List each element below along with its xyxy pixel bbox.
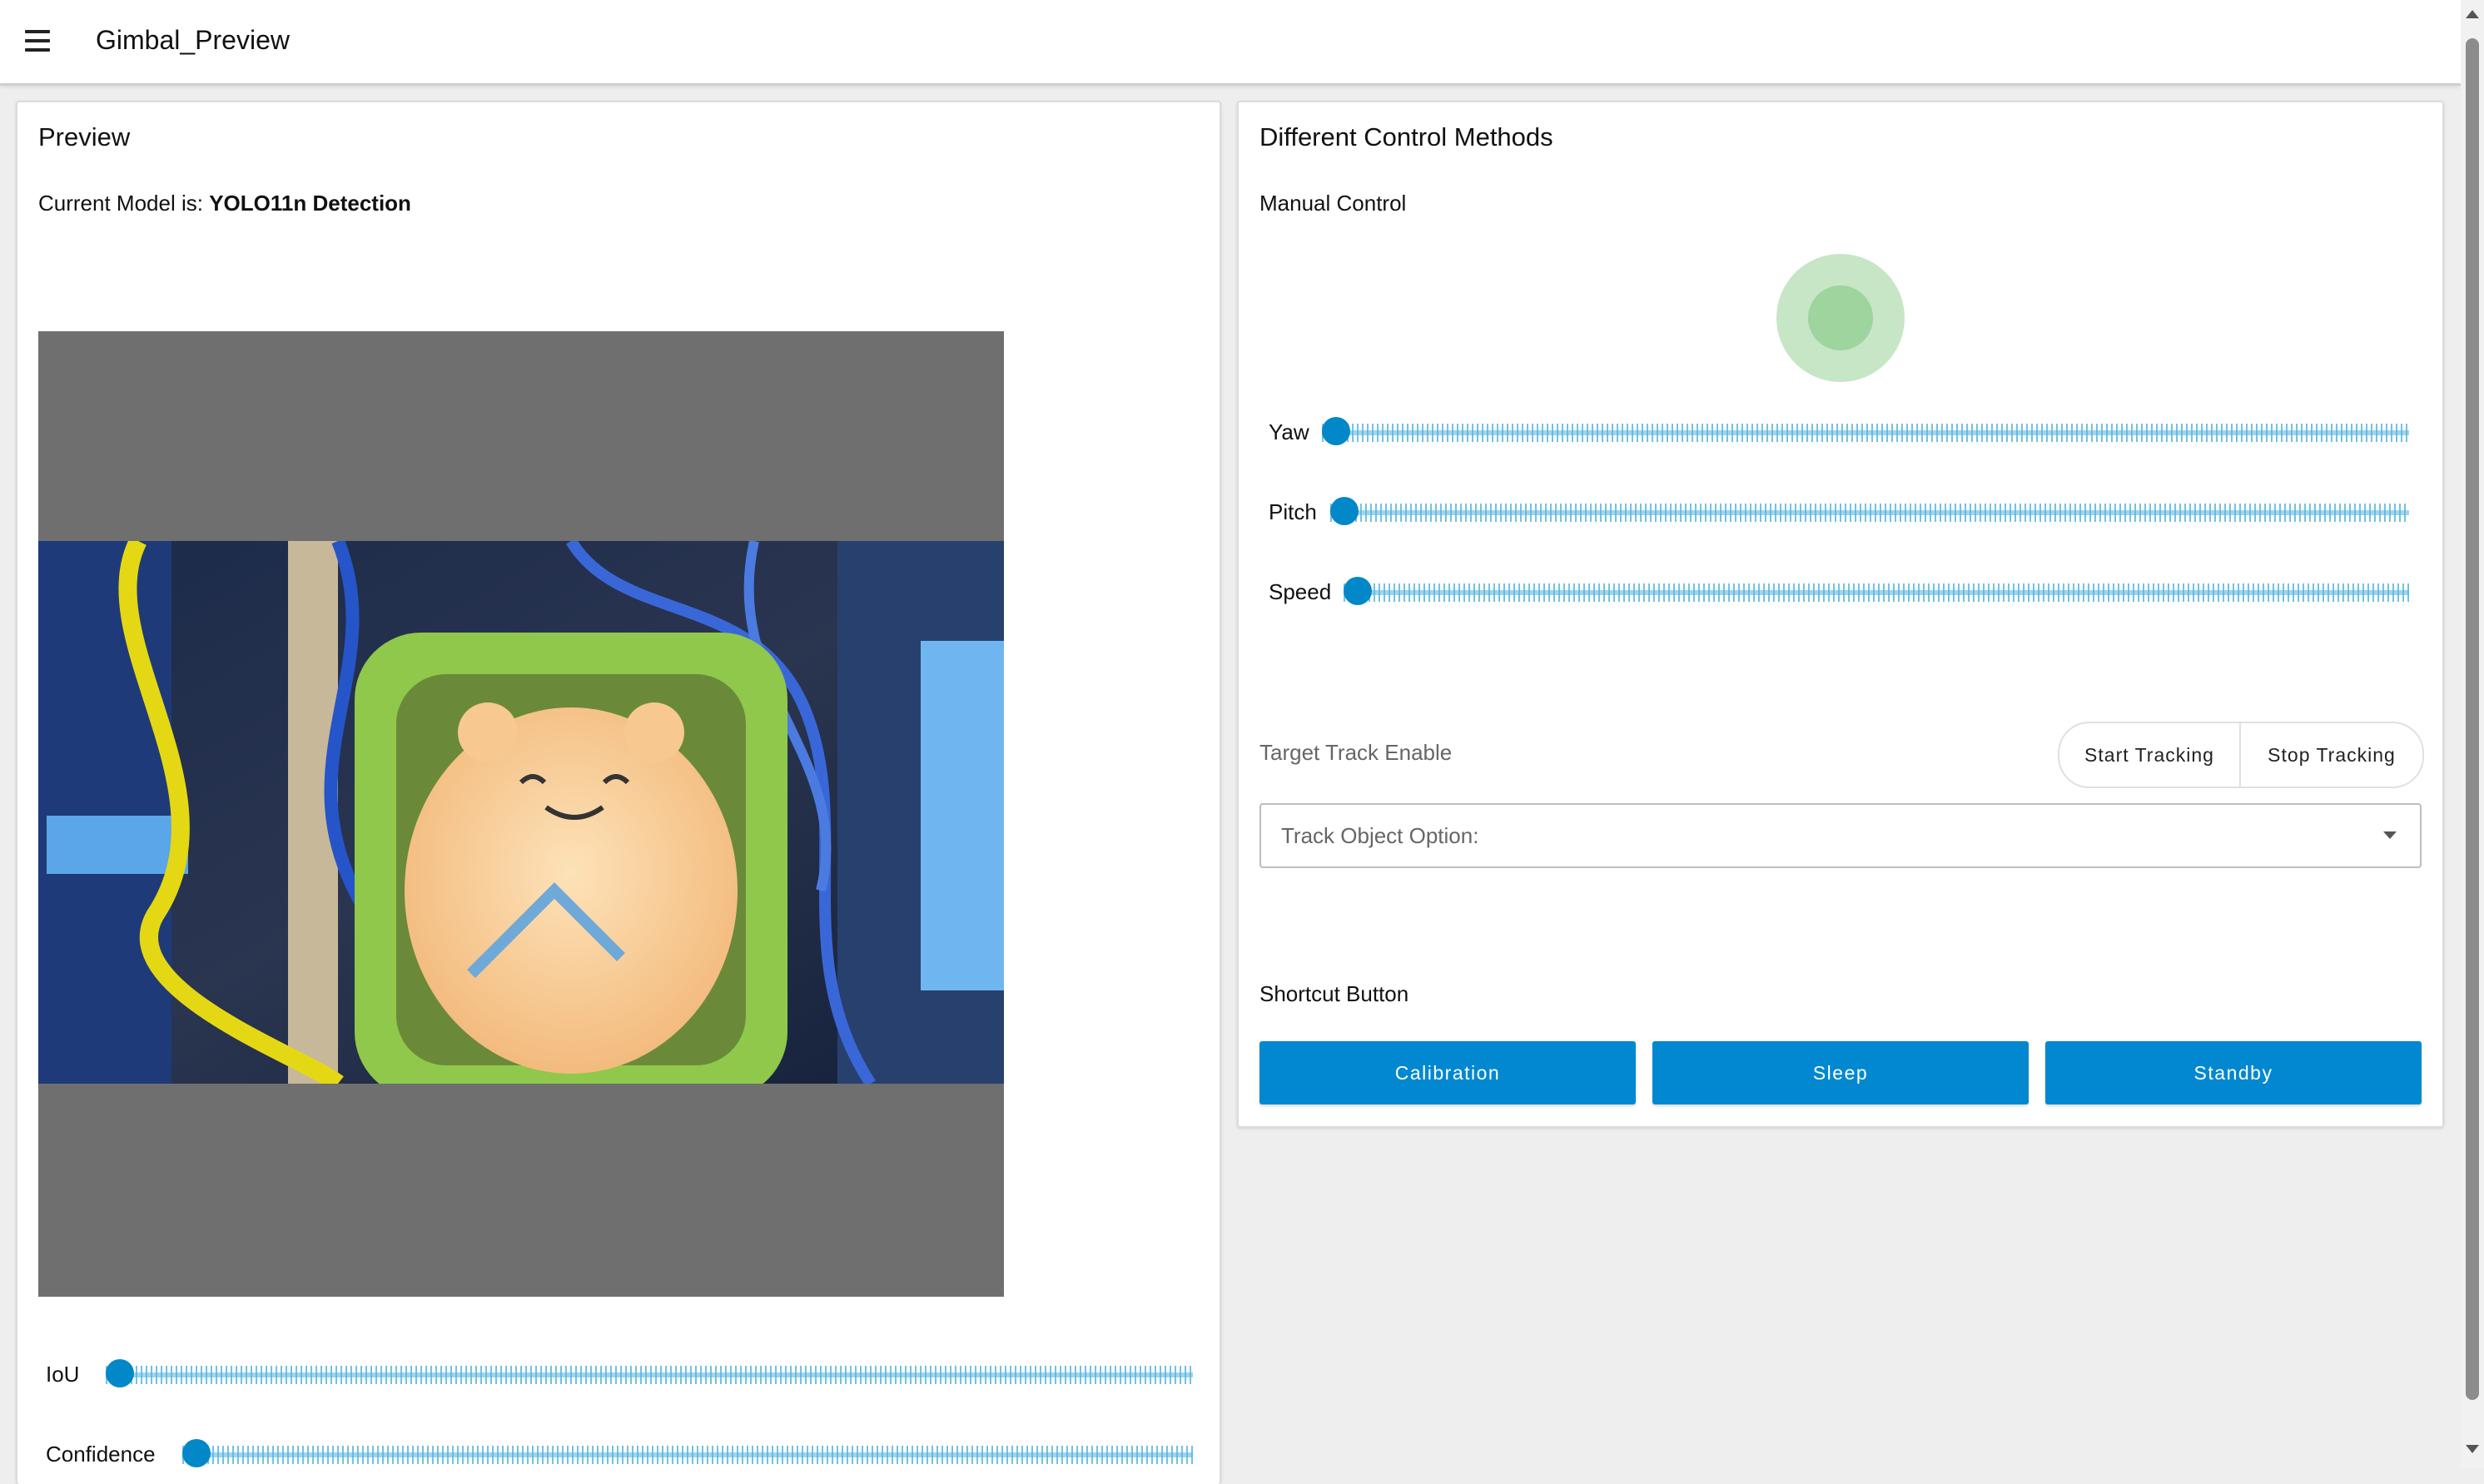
scroll-thumb[interactable] [2466,38,2479,1400]
yaw-label: Yaw [1269,419,1309,444]
speed-label: Speed [1269,579,1332,604]
control-methods-card: Different Control Methods Manual Control… [1237,101,2444,1128]
app-bar: Gimbal_Preview [0,0,2461,86]
speed-slider-row: Speed [1269,575,2426,608]
current-model-line: Current Model is: YOLO11n Detection [38,191,411,216]
tracking-toggle-group: Start Tracking Stop Tracking [2058,722,2424,788]
shortcut-button-label: Shortcut Button [1259,981,1409,1006]
stop-tracking-button[interactable]: Stop Tracking [2241,723,2422,787]
scroll-down-arrow-icon[interactable] [2466,1445,2479,1453]
camera-frame-image [38,541,1004,1084]
menu-icon[interactable] [25,30,50,52]
speed-slider-ticks [1344,583,2409,602]
pitch-label: Pitch [1269,499,1317,524]
speed-slider-thumb[interactable] [1344,577,1372,605]
confidence-label: Confidence [46,1442,156,1467]
sleep-button[interactable]: Sleep [1652,1041,2029,1104]
iou-label: IoU [46,1362,80,1387]
iou-slider-ticks [106,1366,1193,1384]
iou-slider-row: IoU [36,1357,1218,1391]
track-object-select[interactable]: Track Object Option: [1259,803,2422,868]
confidence-slider-ticks [182,1446,1193,1464]
confidence-slider-thumb[interactable] [182,1439,211,1467]
standby-button[interactable]: Standby [2045,1041,2422,1104]
iou-slider-thumb[interactable] [106,1359,134,1387]
model-name: YOLO11n Detection [209,191,411,216]
pitch-slider-ticks [1330,504,2409,522]
pitch-slider-thumb[interactable] [1330,497,1359,525]
target-track-enable-label: Target Track Enable [1259,740,1453,765]
joystick[interactable] [1776,254,1905,382]
model-prefix: Current Model is: [38,191,203,216]
yaw-slider-ticks [1322,424,2409,442]
camera-preview [38,331,1004,1297]
start-tracking-button[interactable]: Start Tracking [2059,723,2241,787]
pitch-slider-row: Pitch [1269,495,2426,529]
confidence-slider-row: Confidence [36,1437,1218,1471]
joystick-knob[interactable] [1808,285,1873,350]
preview-title: Preview [38,122,131,151]
dropdown-arrow-icon[interactable] [2383,831,2397,839]
control-methods-title: Different Control Methods [1259,122,1553,151]
calibration-button[interactable]: Calibration [1259,1041,1636,1104]
yaw-slider-thumb[interactable] [1322,417,1350,445]
preview-card: Preview Current Model is: YOLO11n Detect… [16,101,1221,1484]
page-scrollbar[interactable] [2461,0,2484,1468]
manual-control-label: Manual Control [1259,191,1407,216]
app-title: Gimbal_Preview [96,25,290,55]
yaw-slider-row: Yaw [1269,415,2426,449]
scroll-up-arrow-icon[interactable] [2466,10,2479,18]
track-object-placeholder: Track Object Option: [1281,823,1479,848]
